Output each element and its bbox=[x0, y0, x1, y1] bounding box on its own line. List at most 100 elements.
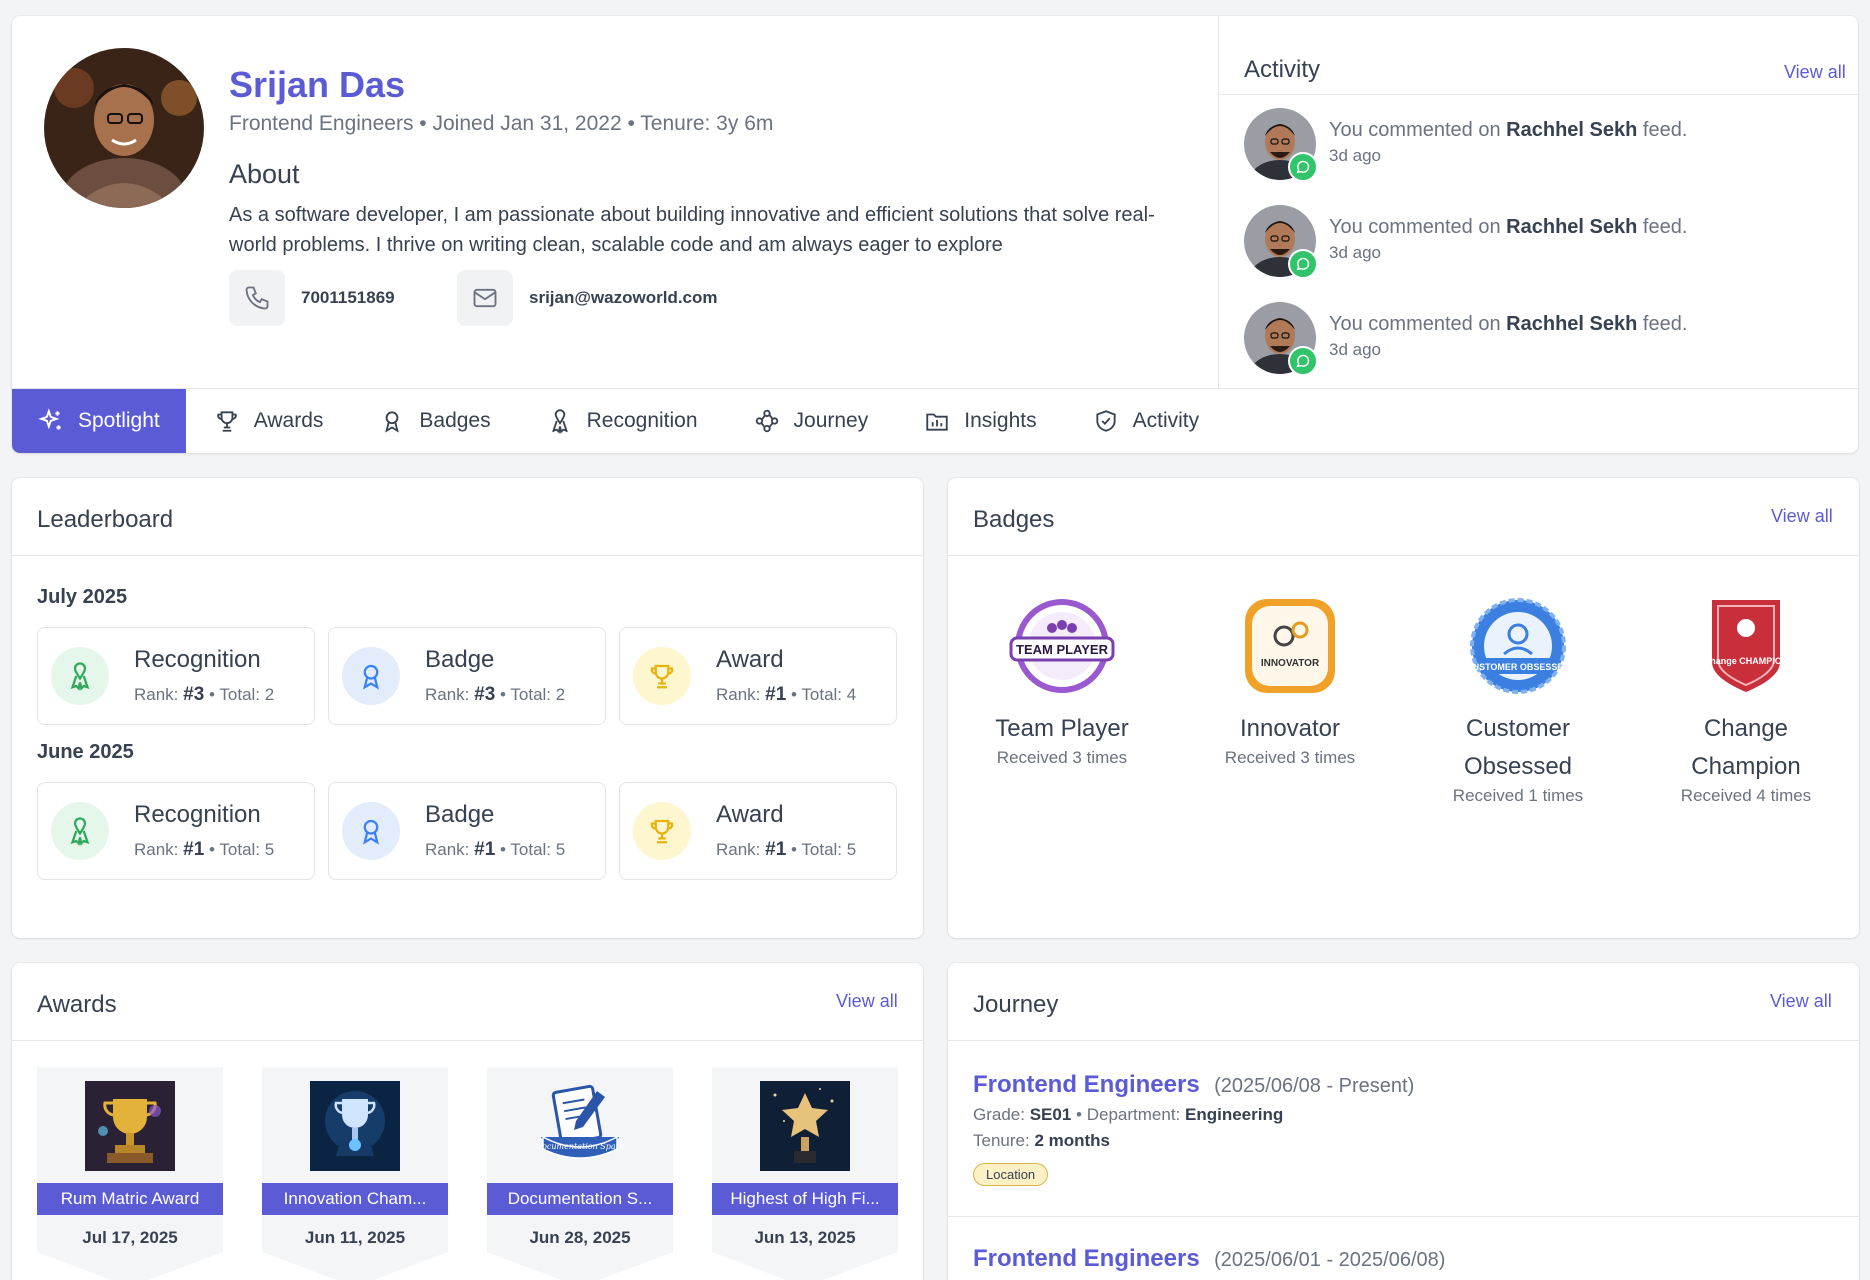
about-title: About bbox=[229, 159, 300, 189]
profile-role: Frontend Engineers bbox=[229, 112, 414, 135]
comment-icon bbox=[1288, 346, 1318, 376]
award-item[interactable]: Highest of High Fi... Jun 13, 2025 bbox=[712, 1067, 898, 1280]
entry-rank: Rank: #1 • Total: 5 bbox=[134, 839, 275, 860]
entry-rank: Rank: #1 • Total: 4 bbox=[716, 684, 857, 705]
profile-avatar bbox=[44, 48, 204, 208]
badge-item[interactable]: TEAM PLAYER Team Player Received 3 times bbox=[962, 596, 1162, 768]
entry-label: Badge bbox=[425, 646, 495, 673]
tab-badges[interactable]: Badges bbox=[351, 389, 518, 453]
profile-tenure: Tenure: 3y 6m bbox=[640, 112, 774, 135]
profile-meta: Frontend Engineers • Joined Jan 31, 2022… bbox=[229, 112, 774, 135]
badges-view-all-link[interactable]: View all bbox=[1771, 506, 1833, 527]
divider bbox=[948, 555, 1859, 556]
leaderboard-card: Leaderboard July 2025 Recognition Rank: … bbox=[12, 478, 923, 938]
badge-item[interactable]: CUSTOMER OBSESSED Customer Obsessed Rece… bbox=[1418, 596, 1618, 806]
phone-icon bbox=[229, 270, 285, 326]
tab-journey[interactable]: Journey bbox=[726, 389, 897, 453]
ribbon-icon bbox=[51, 647, 109, 705]
svg-text:Change CHAMPION: Change CHAMPION bbox=[1706, 656, 1786, 666]
route-icon bbox=[755, 409, 778, 433]
month-label: July 2025 bbox=[37, 586, 128, 608]
month-label: June 2025 bbox=[37, 741, 134, 763]
journey-details: Grade: SE01 • Department: Engineering bbox=[973, 1105, 1284, 1124]
trophy-icon bbox=[216, 411, 237, 432]
divider bbox=[12, 555, 923, 556]
badge-name: Customer Obsessed bbox=[1463, 715, 1573, 780]
svg-text:Documentation Spark: Documentation Spark bbox=[535, 1142, 624, 1151]
activity-time: 3d ago bbox=[1329, 243, 1381, 262]
trophy-image bbox=[85, 1081, 175, 1171]
entry-label: Badge bbox=[425, 801, 495, 828]
journey-view-all-link[interactable]: View all bbox=[1770, 991, 1832, 1012]
badge-item[interactable]: Change CHAMPION Change Champion Received… bbox=[1646, 596, 1846, 806]
innovator-badge-icon: INNOVATOR bbox=[1235, 596, 1345, 696]
award-item[interactable]: Innovation Cham... Jun 11, 2025 bbox=[262, 1067, 448, 1280]
avatar bbox=[1244, 205, 1318, 279]
activity-item[interactable]: You commented on Rachhel Sekh feed. 3d a… bbox=[1244, 108, 1687, 182]
activity-time: 3d ago bbox=[1329, 340, 1381, 359]
award-item[interactable]: Rum Matric Award Jul 17, 2025 bbox=[37, 1067, 223, 1280]
leaderboard-entry[interactable]: Award Rank: #1 • Total: 4 bbox=[619, 627, 897, 725]
star-trophy-image bbox=[760, 1081, 850, 1171]
phone-contact[interactable]: 7001151869 bbox=[229, 270, 395, 326]
badge-name: Innovator bbox=[1239, 715, 1341, 742]
tab-awards[interactable]: Awards bbox=[186, 389, 352, 453]
avatar bbox=[1244, 302, 1318, 376]
journey-role[interactable]: Frontend Engineers bbox=[973, 1245, 1200, 1272]
profile-tabs: Spotlight Awards Badges Recognition Jour… bbox=[12, 388, 1858, 453]
journey-date-range: (2025/06/08 - Present) bbox=[1214, 1075, 1415, 1097]
leaderboard-entry[interactable]: Badge Rank: #1 • Total: 5 bbox=[328, 782, 606, 880]
badge-item[interactable]: INNOVATOR Innovator Received 3 times bbox=[1190, 596, 1390, 768]
phone-number: 7001151869 bbox=[301, 288, 395, 307]
entry-rank: Rank: #1 • Total: 5 bbox=[716, 839, 857, 860]
journey-role[interactable]: Frontend Engineers bbox=[973, 1071, 1200, 1098]
entry-rank: Rank: #3 • Total: 2 bbox=[134, 684, 275, 705]
tab-recognition[interactable]: Recognition bbox=[519, 389, 726, 453]
activity-text: You commented on Rachhel Sekh feed. bbox=[1329, 313, 1688, 335]
change-champion-badge-icon: Change CHAMPION bbox=[1691, 596, 1801, 696]
divider bbox=[948, 1040, 1859, 1041]
tab-insights[interactable]: Insights bbox=[896, 389, 1064, 453]
entry-rank: Rank: #1 • Total: 5 bbox=[425, 839, 566, 860]
divider bbox=[948, 1216, 1859, 1217]
comment-icon bbox=[1288, 152, 1318, 182]
email-address: srijan@wazoworld.com bbox=[529, 288, 718, 307]
leaderboard-entry[interactable]: Badge Rank: #3 • Total: 2 bbox=[328, 627, 606, 725]
svg-text:TEAM PLAYER: TEAM PLAYER bbox=[1016, 642, 1109, 657]
awards-card: Awards View all Rum Matric Award Jul 17,… bbox=[12, 963, 923, 1280]
comment-icon bbox=[1288, 249, 1318, 279]
customer-obsessed-badge-icon: CUSTOMER OBSESSED bbox=[1463, 596, 1573, 696]
journey-item: Frontend Engineers (2025/06/08 - Present… bbox=[973, 1071, 1414, 1186]
divider bbox=[12, 1040, 923, 1041]
leaderboard-entry[interactable]: Recognition Rank: #1 • Total: 5 bbox=[37, 782, 315, 880]
tab-spotlight[interactable]: Spotlight bbox=[12, 389, 186, 453]
activity-text: You commented on Rachhel Sekh feed. bbox=[1329, 216, 1688, 238]
awards-view-all-link[interactable]: View all bbox=[836, 991, 898, 1012]
tab-activity[interactable]: Activity bbox=[1065, 389, 1228, 453]
leaderboard-entry[interactable]: Recognition Rank: #3 • Total: 2 bbox=[37, 627, 315, 725]
entry-label: Recognition bbox=[134, 801, 261, 828]
activity-view-all-link[interactable]: View all bbox=[1784, 62, 1846, 83]
divider bbox=[1218, 16, 1219, 388]
svg-text:INNOVATOR: INNOVATOR bbox=[1261, 658, 1320, 669]
award-name: Rum Matric Award bbox=[37, 1183, 223, 1215]
award-date: Jun 28, 2025 bbox=[529, 1228, 631, 1247]
award-date: Jun 11, 2025 bbox=[304, 1228, 406, 1247]
activity-item[interactable]: You commented on Rachhel Sekh feed. 3d a… bbox=[1244, 302, 1688, 376]
profile-card: Srijan Das Frontend Engineers • Joined J… bbox=[12, 16, 1858, 453]
entry-rank: Rank: #3 • Total: 2 bbox=[425, 684, 566, 705]
about-text: As a software developer, I am passionate… bbox=[229, 204, 1155, 256]
entry-label: Award bbox=[716, 801, 784, 828]
chart-folder-icon bbox=[926, 413, 948, 431]
award-item[interactable]: Documentation Spark Documentation S... J… bbox=[487, 1067, 673, 1280]
ribbon-icon bbox=[51, 802, 109, 860]
email-contact[interactable]: srijan@wazoworld.com bbox=[457, 270, 718, 326]
documentation-spark-image: Documentation Spark bbox=[535, 1081, 625, 1171]
badges-card: Badges View all TEAM PLAYER Team Player … bbox=[948, 478, 1859, 938]
leaderboard-entry[interactable]: Award Rank: #1 • Total: 5 bbox=[619, 782, 897, 880]
badge-name: Team Player bbox=[995, 715, 1129, 742]
divider bbox=[1219, 94, 1858, 95]
badge-count: Received 1 times bbox=[1452, 786, 1584, 805]
activity-item[interactable]: You commented on Rachhel Sekh feed. 3d a… bbox=[1244, 205, 1688, 279]
trophy-image bbox=[310, 1081, 400, 1171]
